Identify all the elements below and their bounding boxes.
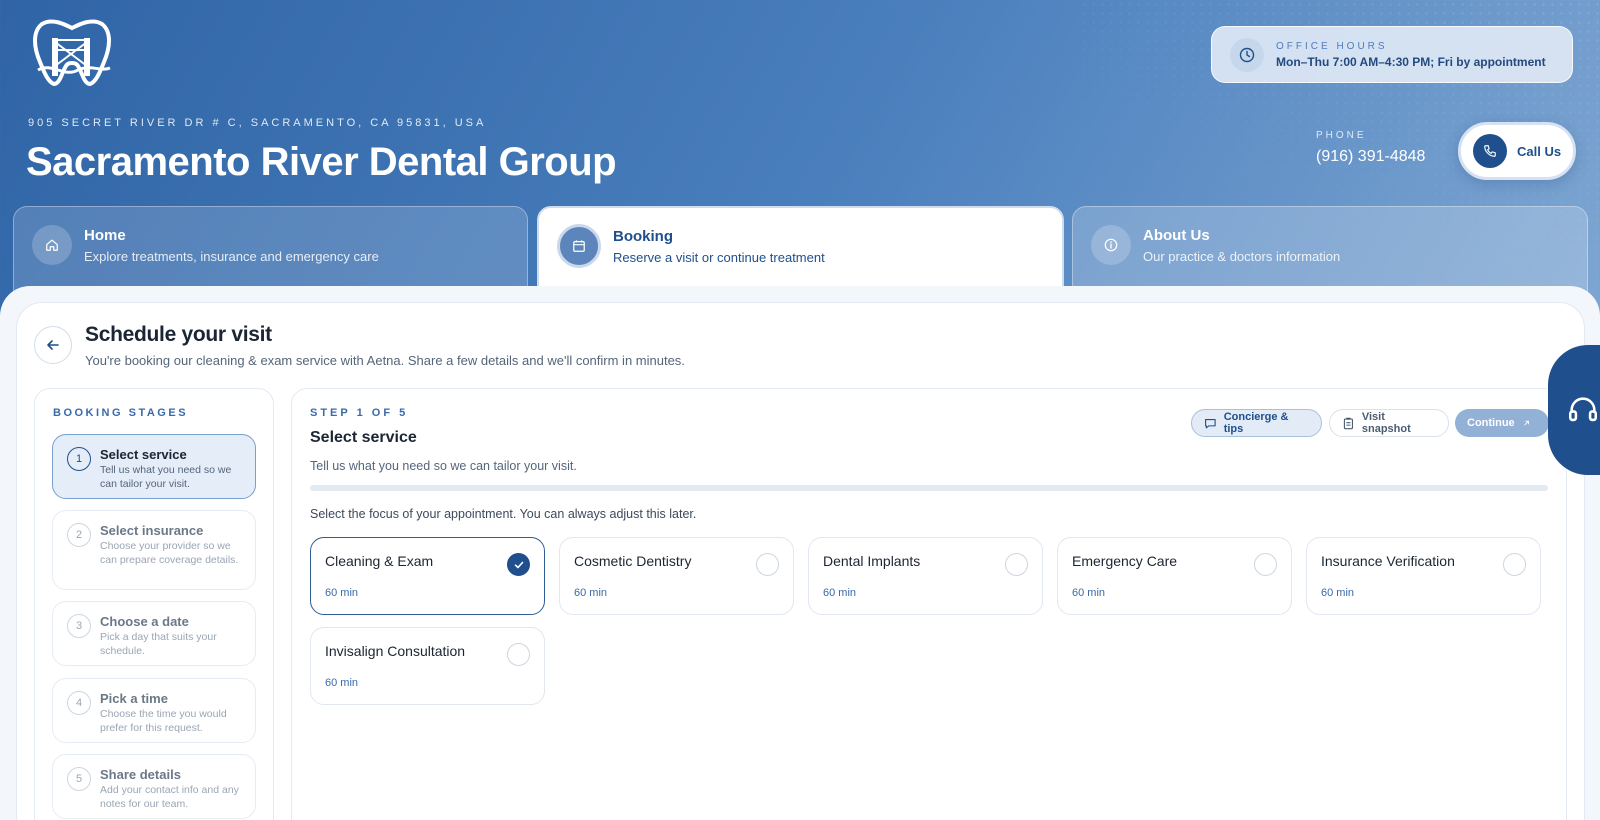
- page-title: Schedule your visit: [85, 323, 272, 346]
- focus-instructions: Select the focus of your appointment. Yo…: [310, 507, 697, 521]
- stage-select-insurance[interactable]: 2 Select insurance Choose your provider …: [52, 510, 256, 590]
- booking-stages-panel: BOOKING STAGES 1 Select service Tell us …: [34, 388, 274, 820]
- service-name: Dental Implants: [823, 553, 921, 569]
- phone-block: PHONE (916) 391-4848: [1316, 130, 1425, 166]
- radio-icon: [756, 553, 779, 576]
- radio-icon: [507, 643, 530, 666]
- page-subtitle: You're booking our cleaning & exam servi…: [85, 353, 685, 368]
- stage-choose-date[interactable]: 3 Choose a date Pick a day that suits yo…: [52, 601, 256, 666]
- calendar-icon: [557, 224, 601, 268]
- info-icon: [1091, 225, 1131, 265]
- call-us-label: Call Us: [1517, 143, 1562, 159]
- visit-snapshot-button[interactable]: Visit snapshot: [1329, 409, 1449, 437]
- back-button[interactable]: [34, 326, 72, 364]
- service-duration: 60 min: [325, 677, 359, 689]
- office-hours-card: OFFICE HOURS Mon–Thu 7:00 AM–4:30 PM; Fr…: [1211, 26, 1573, 83]
- tab-about-us[interactable]: About Us Our practice & doctors informat…: [1072, 206, 1588, 296]
- continue-label: Continue: [1467, 417, 1515, 429]
- stage-title: Select service: [100, 447, 187, 462]
- clipboard-icon: [1343, 417, 1354, 429]
- stage-number: 5: [67, 767, 91, 791]
- office-hours-label: OFFICE HOURS: [1276, 40, 1388, 52]
- call-us-button[interactable]: Call Us: [1458, 122, 1576, 180]
- service-name: Cleaning & Exam: [325, 553, 434, 569]
- radio-icon: [1503, 553, 1526, 576]
- practice-name: Sacramento River Dental Group: [26, 140, 617, 184]
- stage-number: 3: [67, 614, 91, 638]
- service-name: Emergency Care: [1072, 553, 1178, 569]
- service-card-dental-implants[interactable]: Dental Implants 60 min: [808, 537, 1043, 615]
- stage-description: Tell us what you need so we can tailor y…: [100, 464, 232, 490]
- service-name: Invisalign Consultation: [325, 643, 466, 659]
- stage-number: 1: [67, 447, 91, 471]
- service-duration: 60 min: [1072, 587, 1106, 599]
- stage-pick-time[interactable]: 4 Pick a time Choose the time you would …: [52, 678, 256, 743]
- stage-number: 2: [67, 523, 91, 547]
- step-subtitle: Tell us what you need so we can tailor y…: [310, 459, 577, 473]
- stage-select-service[interactable]: 1 Select service Tell us what you need s…: [52, 434, 256, 499]
- support-chat-button[interactable]: [1548, 345, 1600, 475]
- step-label: STEP 1 OF 5: [310, 407, 409, 419]
- concierge-tips-button[interactable]: Concierge & tips: [1191, 409, 1322, 437]
- stage-title: Select insurance: [100, 523, 204, 538]
- office-hours-text: Mon–Thu 7:00 AM–4:30 PM; Fri by appointm…: [1276, 54, 1546, 69]
- service-card-invisalign-consultation[interactable]: Invisalign Consultation 60 min: [310, 627, 545, 705]
- tooth-bridge-logo[interactable]: [30, 18, 114, 88]
- practice-address: 905 SECRET RIVER DR # C, SACRAMENTO, CA …: [28, 117, 487, 129]
- service-name: Insurance Verification: [1321, 553, 1455, 569]
- arrow-left-icon: [47, 340, 59, 350]
- arrow-up-right-icon: [1524, 420, 1529, 426]
- tab-about-subtitle: Our practice & doctors information: [1143, 249, 1341, 264]
- service-card-emergency-care[interactable]: Emergency Care 60 min: [1057, 537, 1292, 615]
- service-duration: 60 min: [574, 587, 608, 599]
- service-duration: 60 min: [823, 587, 857, 599]
- service-card-cleaning-exam[interactable]: Cleaning & Exam 60 min: [310, 537, 545, 615]
- chat-icon: [1205, 418, 1216, 428]
- tab-home-title: Home: [84, 227, 126, 244]
- tab-about-title: About Us: [1143, 227, 1210, 244]
- tab-booking-subtitle: Reserve a visit or continue treatment: [613, 250, 825, 265]
- radio-icon: [1005, 553, 1028, 576]
- service-duration: 60 min: [325, 587, 359, 599]
- stage-description: Choose your provider so we can prepare c…: [100, 540, 239, 566]
- step-content-card: STEP 1 OF 5 Select service Tell us what …: [291, 388, 1567, 820]
- visit-snapshot-label: Visit snapshot: [1361, 411, 1411, 435]
- headset-icon: [1568, 397, 1598, 422]
- service-card-cosmetic-dentistry[interactable]: Cosmetic Dentistry 60 min: [559, 537, 794, 615]
- tab-home-subtitle: Explore treatments, insurance and emerge…: [84, 249, 379, 264]
- service-duration: 60 min: [1321, 587, 1355, 599]
- tab-home[interactable]: Home Explore treatments, insurance and e…: [13, 206, 528, 296]
- service-card-insurance-verification[interactable]: Insurance Verification 60 min: [1306, 537, 1541, 615]
- stage-number: 4: [67, 691, 91, 715]
- phone-icon: [1473, 134, 1507, 168]
- check-icon: [507, 553, 530, 576]
- stage-description: Pick a day that suits your schedule.: [100, 631, 217, 657]
- phone-number[interactable]: (916) 391-4848: [1316, 148, 1425, 166]
- continue-button[interactable]: Continue: [1455, 409, 1549, 437]
- phone-label: PHONE: [1316, 130, 1367, 141]
- concierge-tips-label: Concierge & tips: [1223, 411, 1289, 435]
- stage-title: Choose a date: [100, 614, 189, 629]
- step-progress-bar: [310, 485, 1548, 491]
- tab-booking-title: Booking: [613, 228, 673, 245]
- stage-title: Share details: [100, 767, 181, 782]
- radio-icon: [1254, 553, 1277, 576]
- stage-title: Pick a time: [100, 691, 168, 706]
- home-icon: [32, 225, 72, 265]
- stage-share-details[interactable]: 5 Share details Add your contact info an…: [52, 754, 256, 819]
- stage-description: Add your contact info and any notes for …: [100, 784, 239, 810]
- step-title: Select service: [310, 429, 417, 446]
- stage-description: Choose the time you would prefer for thi…: [100, 708, 227, 734]
- booking-stages-label: BOOKING STAGES: [53, 407, 189, 419]
- clock-icon: [1230, 37, 1264, 72]
- service-name: Cosmetic Dentistry: [574, 553, 692, 569]
- tab-booking[interactable]: Booking Reserve a visit or continue trea…: [537, 206, 1064, 296]
